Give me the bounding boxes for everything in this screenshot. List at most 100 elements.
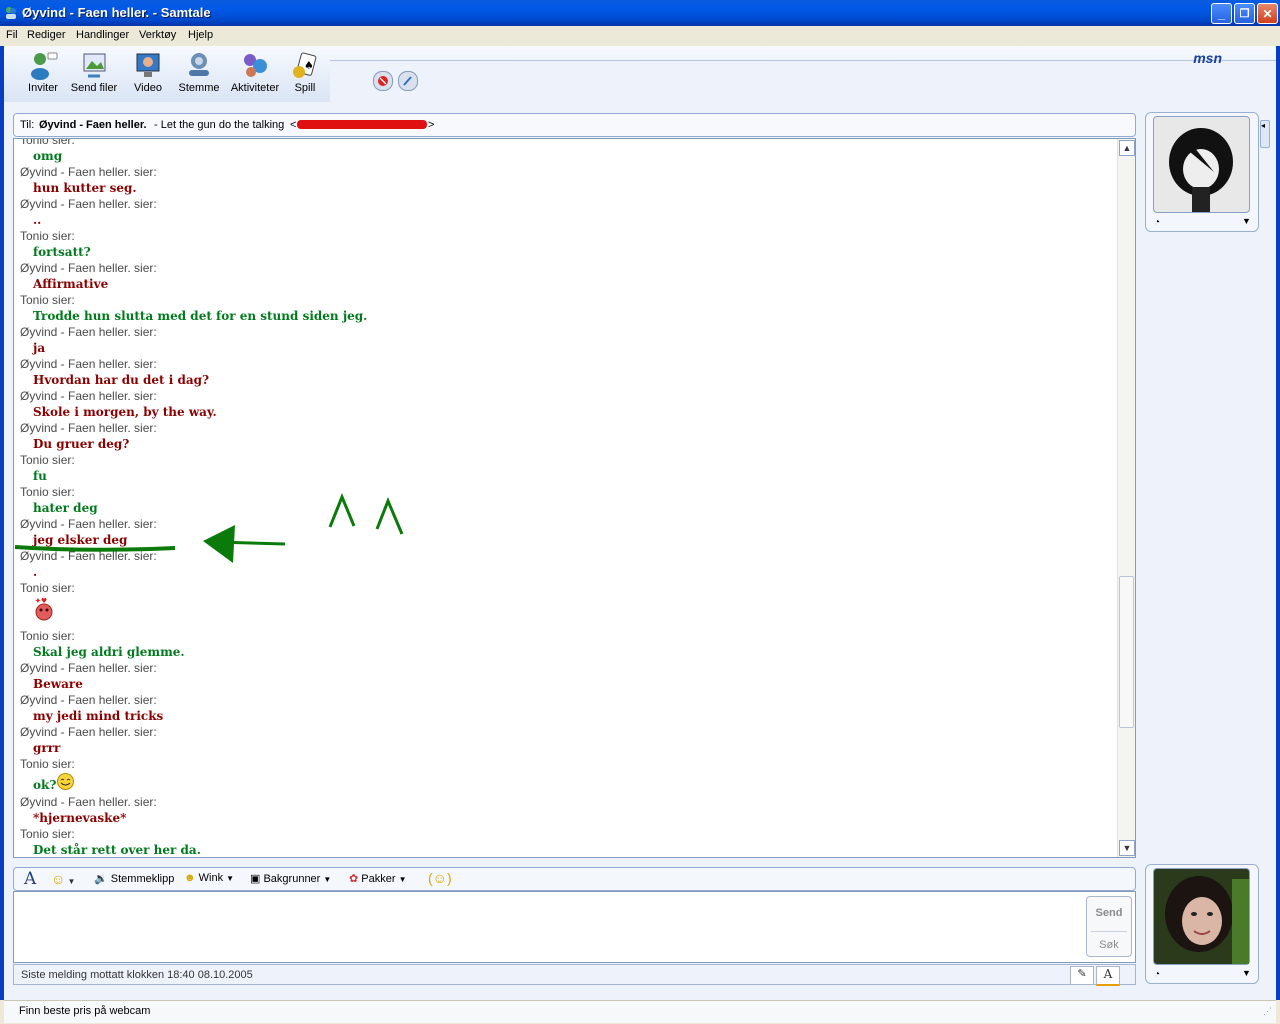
message-text: hater deg xyxy=(33,500,1110,516)
avatar-menu-arrow[interactable]: ▼ xyxy=(1242,216,1251,226)
message-text-content: grrr xyxy=(33,741,61,755)
video-label: Video xyxy=(134,82,162,94)
message-text-content: Skole i morgen, by the way. xyxy=(33,405,217,419)
message-text: my jedi mind tricks xyxy=(33,708,1110,724)
message-sender: Øyvind - Faen heller. sier: xyxy=(20,517,157,531)
messenger-icon xyxy=(3,5,19,21)
message-text: Det står rett over her da. xyxy=(33,842,1110,857)
message-text: ok? xyxy=(33,772,1110,794)
menu-handlinger[interactable]: Handlinger xyxy=(76,29,129,41)
voice-button[interactable]: Stemme xyxy=(171,50,227,94)
collapse-panel-button[interactable]: ◂ xyxy=(1260,120,1270,148)
theme-button[interactable] xyxy=(398,71,418,91)
message-sender: Tonio sier: xyxy=(20,581,75,595)
packs-button[interactable]: ✿ Pakker ▼ xyxy=(349,872,407,885)
message-item: Øyvind - Faen heller. sier: ja xyxy=(20,324,1110,356)
message-sender: Øyvind - Faen heller. sier: xyxy=(20,549,157,563)
webcam-icon[interactable]: ◔ xyxy=(1154,217,1160,228)
contact-name[interactable]: Øyvind - Faen heller. xyxy=(39,119,147,131)
message-text: Du gruer deg? xyxy=(33,436,1110,452)
message-item: Tonio sier: hater deg xyxy=(20,484,1110,516)
wink-icon: ☻ xyxy=(184,872,196,884)
svg-text:♠: ♠ xyxy=(304,59,314,72)
voice-label: Stemme xyxy=(178,82,220,94)
maximize-button[interactable]: ❐ xyxy=(1234,3,1255,24)
text-tab[interactable]: A xyxy=(1096,966,1120,986)
message-item: Øyvind - Faen heller. sier: *hjernevaske* xyxy=(20,794,1110,826)
packs-label: Pakker xyxy=(361,873,396,885)
gift-icon: ✿ xyxy=(349,873,359,885)
message-text-content: .. xyxy=(33,213,42,227)
message-text: omg xyxy=(33,148,1110,164)
message-sender: Øyvind - Faen heller. sier: xyxy=(20,421,157,435)
own-avatar-menu-arrow[interactable]: ▼ xyxy=(1242,968,1251,978)
scroll-up-button[interactable]: ▲ xyxy=(1119,140,1135,156)
own-avatar[interactable] xyxy=(1153,868,1250,965)
video-button[interactable]: Video xyxy=(120,50,176,94)
games-button[interactable]: ♠ Spill xyxy=(277,50,333,94)
message-input[interactable] xyxy=(13,891,1136,963)
message-sender: Tonio sier: xyxy=(20,293,75,307)
message-item: Tonio sier: omg xyxy=(20,138,1110,164)
voice-icon xyxy=(184,50,214,80)
activities-label: Aktiviteter xyxy=(230,82,280,94)
send-button[interactable]: Send xyxy=(1087,907,1131,919)
wink-label: Wink xyxy=(198,872,224,884)
menu-verktoy[interactable]: Verktøy xyxy=(139,29,176,41)
chat-scrollbar[interactable]: ▲ ▼ xyxy=(1117,139,1135,857)
message-sender: Øyvind - Faen heller. sier: xyxy=(20,165,157,179)
message-sender: Øyvind - Faen heller. sier: xyxy=(20,389,157,403)
backgrounds-button[interactable]: ▣ Bakgrunner ▼ xyxy=(250,872,331,885)
message-text: Skal jeg aldri glemme. xyxy=(33,644,1110,660)
menu-bar: Fil Rediger Handlinger Verktøy Hjelp xyxy=(0,26,1280,46)
message-text-content: Beware xyxy=(33,677,83,691)
invite-button[interactable]: Inviter xyxy=(15,50,71,94)
chat-history[interactable]: Tonio sier: omg Øyvind - Faen heller. sier… xyxy=(13,138,1136,858)
resize-grip[interactable]: ⋰ xyxy=(1263,1006,1272,1017)
smile-emoticon-icon xyxy=(56,773,75,792)
message-item: Øyvind - Faen heller. sier:. xyxy=(20,548,1110,580)
message-text-content: Skal jeg aldri glemme. xyxy=(33,645,185,659)
brush-icon xyxy=(403,76,412,86)
message-sender: Tonio sier: xyxy=(20,827,75,841)
message-text-content: jeg elsker deg xyxy=(33,533,128,547)
message-item: Tonio sier: Det står rett over her da. xyxy=(20,826,1110,857)
emoticon-button[interactable]: ☺ ▼ xyxy=(51,871,75,887)
activities-button[interactable]: Aktiviteter xyxy=(227,50,283,94)
message-item: Tonio sier: fu xyxy=(20,452,1110,484)
ad-bar: Finn beste pris på webcam ⋰ xyxy=(4,1000,1276,1023)
message-sender: Øyvind - Faen heller. sier: xyxy=(20,261,157,275)
search-button[interactable]: Søk xyxy=(1087,939,1131,951)
contact-avatar[interactable] xyxy=(1153,116,1250,213)
backgrounds-label: Bakgrunner xyxy=(263,873,321,885)
menu-hjelp[interactable]: Hjelp xyxy=(188,29,213,41)
handwriting-tab[interactable]: ✎ xyxy=(1070,966,1094,985)
message-sender: Tonio sier: xyxy=(20,138,75,147)
video-icon xyxy=(133,50,163,80)
message-text-content: ok? xyxy=(33,778,57,792)
minimize-button[interactable]: _ xyxy=(1211,3,1232,24)
voice-clip-button[interactable]: 🔉 Stemmeklipp xyxy=(94,872,174,885)
message-text-content: my jedi mind tricks xyxy=(33,709,164,723)
send-files-button[interactable]: Send filer xyxy=(66,50,122,94)
input-toolbar: A ☺ ▼ 🔉 Stemmeklipp ☻ Wink ▼ ▣ Bakgrunne… xyxy=(13,867,1136,891)
message-text: .. xyxy=(33,212,1110,228)
menu-rediger[interactable]: Rediger xyxy=(27,29,66,41)
menu-fil[interactable]: Fil xyxy=(6,29,18,41)
font-button[interactable]: A xyxy=(24,869,36,889)
wink-button[interactable]: ☻ Wink ▼ xyxy=(184,872,234,884)
nudge-button[interactable]: (☺) xyxy=(428,870,452,886)
message-item: Øyvind - Faen heller. sier: hun kutter se… xyxy=(20,164,1110,196)
close-button[interactable]: ✕ xyxy=(1257,3,1278,24)
message-item: Tonio sier: ✦♥ xyxy=(20,580,1110,628)
message-item: Øyvind - Faen heller. sier: Affirmative xyxy=(20,260,1110,292)
msn-logo: msn xyxy=(1193,50,1222,66)
own-webcam-icon[interactable]: ◔ xyxy=(1154,969,1160,980)
email-close-bracket: > xyxy=(428,119,435,131)
minimize-icon: _ xyxy=(1217,6,1226,21)
scroll-thumb[interactable] xyxy=(1119,576,1134,728)
scroll-down-button[interactable]: ▼ xyxy=(1119,840,1135,856)
activities-icon xyxy=(240,50,270,80)
ad-link[interactable]: Finn beste pris på webcam xyxy=(19,1005,150,1017)
block-button[interactable] xyxy=(373,71,393,91)
